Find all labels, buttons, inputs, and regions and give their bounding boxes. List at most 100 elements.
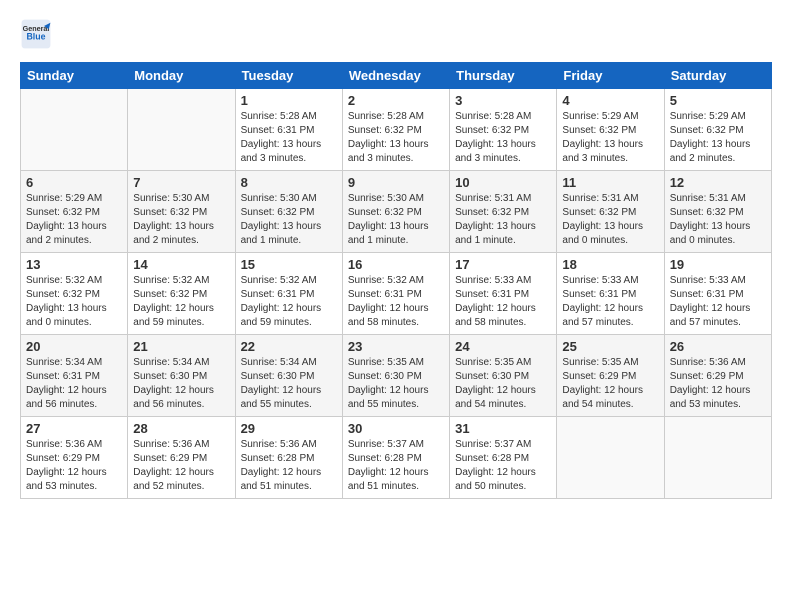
calendar-cell: 25 Sunrise: 5:35 AM Sunset: 6:29 PM Dayli…: [557, 335, 664, 417]
day-number: 20: [26, 339, 122, 354]
day-number: 24: [455, 339, 551, 354]
calendar-cell: 2 Sunrise: 5:28 AM Sunset: 6:32 PM Daylig…: [342, 89, 449, 171]
day-number: 1: [241, 93, 337, 108]
day-info: Sunrise: 5:30 AM Sunset: 6:32 PM Dayligh…: [241, 192, 337, 248]
calendar-cell: 30 Sunrise: 5:37 AM Sunset: 6:28 PM Dayli…: [342, 417, 449, 499]
calendar-cell: 18 Sunrise: 5:33 AM Sunset: 6:31 PM Dayli…: [557, 253, 664, 335]
logo-icon: General Blue: [20, 18, 52, 50]
day-number: 16: [348, 257, 444, 272]
day-number: 29: [241, 421, 337, 436]
day-number: 17: [455, 257, 551, 272]
day-info: Sunrise: 5:34 AM Sunset: 6:30 PM Dayligh…: [133, 356, 229, 412]
calendar-cell: 16 Sunrise: 5:32 AM Sunset: 6:31 PM Dayli…: [342, 253, 449, 335]
header-day: Thursday: [450, 63, 557, 89]
calendar-cell: [557, 417, 664, 499]
day-info: Sunrise: 5:37 AM Sunset: 6:28 PM Dayligh…: [455, 438, 551, 494]
calendar-cell: 10Sunrise: 5:31 AM Sunset: 6:32 PM Dayli…: [450, 171, 557, 253]
calendar-cell: 29Sunrise: 5:36 AM Sunset: 6:28 PM Dayli…: [235, 417, 342, 499]
day-info: Sunrise: 5:30 AM Sunset: 6:32 PM Dayligh…: [348, 192, 444, 248]
day-number: 10: [455, 175, 551, 190]
day-number: 9: [348, 175, 444, 190]
calendar-cell: 11Sunrise: 5:31 AM Sunset: 6:32 PM Dayli…: [557, 171, 664, 253]
header: General Blue: [20, 18, 772, 50]
day-info: Sunrise: 5:28 AM Sunset: 6:32 PM Dayligh…: [455, 110, 551, 166]
day-info: Sunrise: 5:33 AM Sunset: 6:31 PM Dayligh…: [670, 274, 766, 330]
calendar-cell: 9 Sunrise: 5:30 AM Sunset: 6:32 PM Daylig…: [342, 171, 449, 253]
header-day: Saturday: [664, 63, 771, 89]
day-info: Sunrise: 5:28 AM Sunset: 6:32 PM Dayligh…: [348, 110, 444, 166]
day-info: Sunrise: 5:29 AM Sunset: 6:32 PM Dayligh…: [670, 110, 766, 166]
day-number: 23: [348, 339, 444, 354]
calendar-cell: 20Sunrise: 5:34 AM Sunset: 6:31 PM Dayli…: [21, 335, 128, 417]
day-number: 13: [26, 257, 122, 272]
logo: General Blue: [20, 18, 56, 50]
day-info: Sunrise: 5:35 AM Sunset: 6:29 PM Dayligh…: [562, 356, 658, 412]
calendar-cell: 14 Sunrise: 5:32 AM Sunset: 6:32 PM Dayli…: [128, 253, 235, 335]
calendar-cell: 19 Sunrise: 5:33 AM Sunset: 6:31 PM Dayli…: [664, 253, 771, 335]
day-number: 19: [670, 257, 766, 272]
calendar-cell: 7Sunrise: 5:30 AM Sunset: 6:32 PM Daylig…: [128, 171, 235, 253]
calendar-cell: 27Sunrise: 5:36 AM Sunset: 6:29 PM Dayli…: [21, 417, 128, 499]
day-number: 8: [241, 175, 337, 190]
day-number: 15: [241, 257, 337, 272]
day-info: Sunrise: 5:28 AM Sunset: 6:31 PM Dayligh…: [241, 110, 337, 166]
header-day: Tuesday: [235, 63, 342, 89]
day-number: 12: [670, 175, 766, 190]
day-number: 26: [670, 339, 766, 354]
day-info: Sunrise: 5:37 AM Sunset: 6:28 PM Dayligh…: [348, 438, 444, 494]
calendar-cell: 6Sunrise: 5:29 AM Sunset: 6:32 PM Daylig…: [21, 171, 128, 253]
calendar-cell: 24 Sunrise: 5:35 AM Sunset: 6:30 PM Dayli…: [450, 335, 557, 417]
calendar-cell: [128, 89, 235, 171]
header-day: Wednesday: [342, 63, 449, 89]
calendar-cell: 31 Sunrise: 5:37 AM Sunset: 6:28 PM Dayli…: [450, 417, 557, 499]
calendar-cell: 23 Sunrise: 5:35 AM Sunset: 6:30 PM Dayli…: [342, 335, 449, 417]
day-number: 11: [562, 175, 658, 190]
day-info: Sunrise: 5:33 AM Sunset: 6:31 PM Dayligh…: [455, 274, 551, 330]
calendar-cell: 21 Sunrise: 5:34 AM Sunset: 6:30 PM Dayli…: [128, 335, 235, 417]
day-number: 25: [562, 339, 658, 354]
calendar-cell: 1 Sunrise: 5:28 AM Sunset: 6:31 PM Daylig…: [235, 89, 342, 171]
day-number: 4: [562, 93, 658, 108]
day-number: 3: [455, 93, 551, 108]
header-day: Sunday: [21, 63, 128, 89]
calendar-week-row: 20Sunrise: 5:34 AM Sunset: 6:31 PM Dayli…: [21, 335, 772, 417]
day-info: Sunrise: 5:29 AM Sunset: 6:32 PM Dayligh…: [26, 192, 122, 248]
day-number: 18: [562, 257, 658, 272]
header-day: Monday: [128, 63, 235, 89]
day-number: 2: [348, 93, 444, 108]
calendar-cell: 4 Sunrise: 5:29 AM Sunset: 6:32 PM Daylig…: [557, 89, 664, 171]
calendar-cell: 17 Sunrise: 5:33 AM Sunset: 6:31 PM Dayli…: [450, 253, 557, 335]
day-number: 31: [455, 421, 551, 436]
calendar-cell: [664, 417, 771, 499]
calendar-cell: 12 Sunrise: 5:31 AM Sunset: 6:32 PM Dayli…: [664, 171, 771, 253]
day-info: Sunrise: 5:34 AM Sunset: 6:30 PM Dayligh…: [241, 356, 337, 412]
day-info: Sunrise: 5:31 AM Sunset: 6:32 PM Dayligh…: [670, 192, 766, 248]
calendar-cell: 8 Sunrise: 5:30 AM Sunset: 6:32 PM Daylig…: [235, 171, 342, 253]
calendar-week-row: 13 Sunrise: 5:32 AM Sunset: 6:32 PM Dayli…: [21, 253, 772, 335]
header-day: Friday: [557, 63, 664, 89]
calendar-cell: 28 Sunrise: 5:36 AM Sunset: 6:29 PM Dayli…: [128, 417, 235, 499]
day-info: Sunrise: 5:33 AM Sunset: 6:31 PM Dayligh…: [562, 274, 658, 330]
day-info: Sunrise: 5:29 AM Sunset: 6:32 PM Dayligh…: [562, 110, 658, 166]
calendar-week-row: 27Sunrise: 5:36 AM Sunset: 6:29 PM Dayli…: [21, 417, 772, 499]
day-info: Sunrise: 5:32 AM Sunset: 6:32 PM Dayligh…: [133, 274, 229, 330]
day-info: Sunrise: 5:35 AM Sunset: 6:30 PM Dayligh…: [348, 356, 444, 412]
day-info: Sunrise: 5:36 AM Sunset: 6:29 PM Dayligh…: [26, 438, 122, 494]
day-info: Sunrise: 5:35 AM Sunset: 6:30 PM Dayligh…: [455, 356, 551, 412]
day-number: 5: [670, 93, 766, 108]
day-info: Sunrise: 5:32 AM Sunset: 6:32 PM Dayligh…: [26, 274, 122, 330]
day-number: 30: [348, 421, 444, 436]
calendar-week-row: 6Sunrise: 5:29 AM Sunset: 6:32 PM Daylig…: [21, 171, 772, 253]
day-number: 7: [133, 175, 229, 190]
day-info: Sunrise: 5:32 AM Sunset: 6:31 PM Dayligh…: [241, 274, 337, 330]
day-info: Sunrise: 5:32 AM Sunset: 6:31 PM Dayligh…: [348, 274, 444, 330]
calendar-table: SundayMondayTuesdayWednesdayThursdayFrid…: [20, 62, 772, 499]
day-info: Sunrise: 5:36 AM Sunset: 6:29 PM Dayligh…: [133, 438, 229, 494]
calendar-cell: 5 Sunrise: 5:29 AM Sunset: 6:32 PM Daylig…: [664, 89, 771, 171]
day-number: 14: [133, 257, 229, 272]
day-number: 21: [133, 339, 229, 354]
calendar-cell: 13 Sunrise: 5:32 AM Sunset: 6:32 PM Dayli…: [21, 253, 128, 335]
calendar-header-row: SundayMondayTuesdayWednesdayThursdayFrid…: [21, 63, 772, 89]
day-number: 28: [133, 421, 229, 436]
day-info: Sunrise: 5:36 AM Sunset: 6:29 PM Dayligh…: [670, 356, 766, 412]
